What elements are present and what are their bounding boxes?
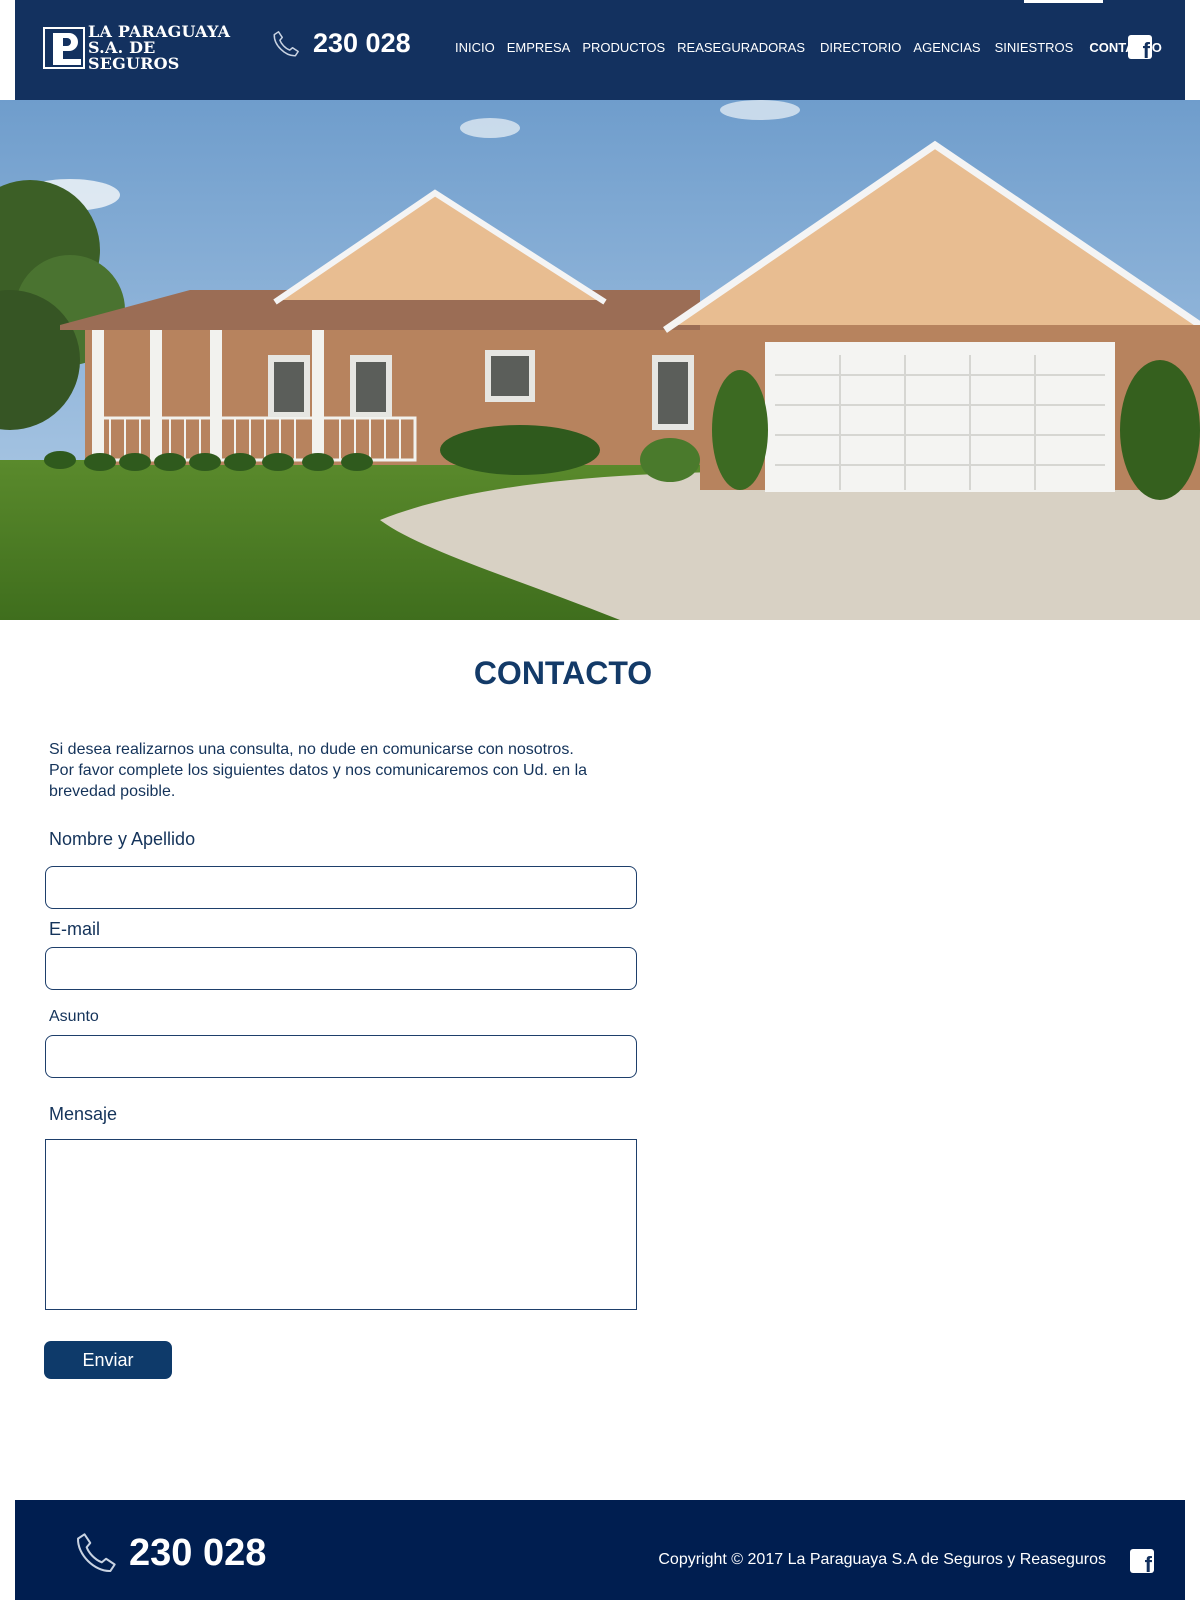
email-field[interactable] (45, 947, 637, 990)
header-phone-number: 230 028 (313, 28, 411, 58)
facebook-icon[interactable]: f (1128, 35, 1152, 62)
nav-item-productos[interactable]: PRODUCTOS (582, 40, 665, 55)
name-label: Nombre y Apellido (49, 829, 196, 849)
site-footer: 230 028 Copyright © 2017 La Paraguaya S.… (15, 1500, 1185, 1600)
brand-logo[interactable]: LA PARAGUAYA S.A. DE SEGUROS (43, 24, 235, 72)
main-nav: INICIO EMPRESA PRODUCTOS REASEGURADORAS … (455, 40, 1174, 55)
phone-icon (273, 30, 299, 56)
copyright-text: Copyright © 2017 La Paraguaya S.A de Seg… (658, 1551, 1106, 1568)
nav-item-reaseguradoras[interactable]: REASEGURADORAS (677, 40, 805, 55)
active-nav-indicator (1024, 0, 1103, 3)
logo-line-2: S.A. DE SEGUROS (88, 38, 180, 73)
email-label: E-mail (49, 919, 101, 939)
nav-item-empresa[interactable]: EMPRESA (507, 40, 571, 55)
message-field[interactable] (45, 1139, 637, 1310)
logo-mark-icon (43, 27, 85, 69)
nav-item-siniestros[interactable]: SINIESTROS (995, 40, 1074, 55)
house-photo (0, 100, 1200, 620)
nav-item-agencias[interactable]: AGENCIAS (913, 40, 980, 55)
header-phone[interactable]: 230 028 (271, 28, 411, 59)
name-field[interactable] (45, 866, 637, 909)
message-label: Mensaje (49, 1104, 118, 1124)
footer-phone-number: 230 028 (129, 1531, 267, 1574)
page-title: CONTACTO (473, 655, 653, 691)
submit-button[interactable]: Enviar (44, 1341, 172, 1379)
subject-field[interactable] (45, 1035, 637, 1078)
hero-image (0, 100, 1200, 620)
phone-icon (77, 1533, 116, 1572)
nav-item-inicio[interactable]: INICIO (455, 40, 495, 55)
subject-label: Asunto (49, 1008, 99, 1025)
facebook-icon[interactable]: f (1130, 1549, 1154, 1576)
contact-intro: Si desea realizarnos una consulta, no du… (49, 741, 588, 800)
logo-text: LA PARAGUAYA S.A. DE SEGUROS (88, 24, 235, 72)
nav-item-directorio[interactable]: DIRECTORIO (820, 40, 901, 55)
footer-phone[interactable]: 230 028 (73, 1530, 266, 1576)
site-header: LA PARAGUAYA S.A. DE SEGUROS 230 028 INI… (15, 0, 1185, 100)
